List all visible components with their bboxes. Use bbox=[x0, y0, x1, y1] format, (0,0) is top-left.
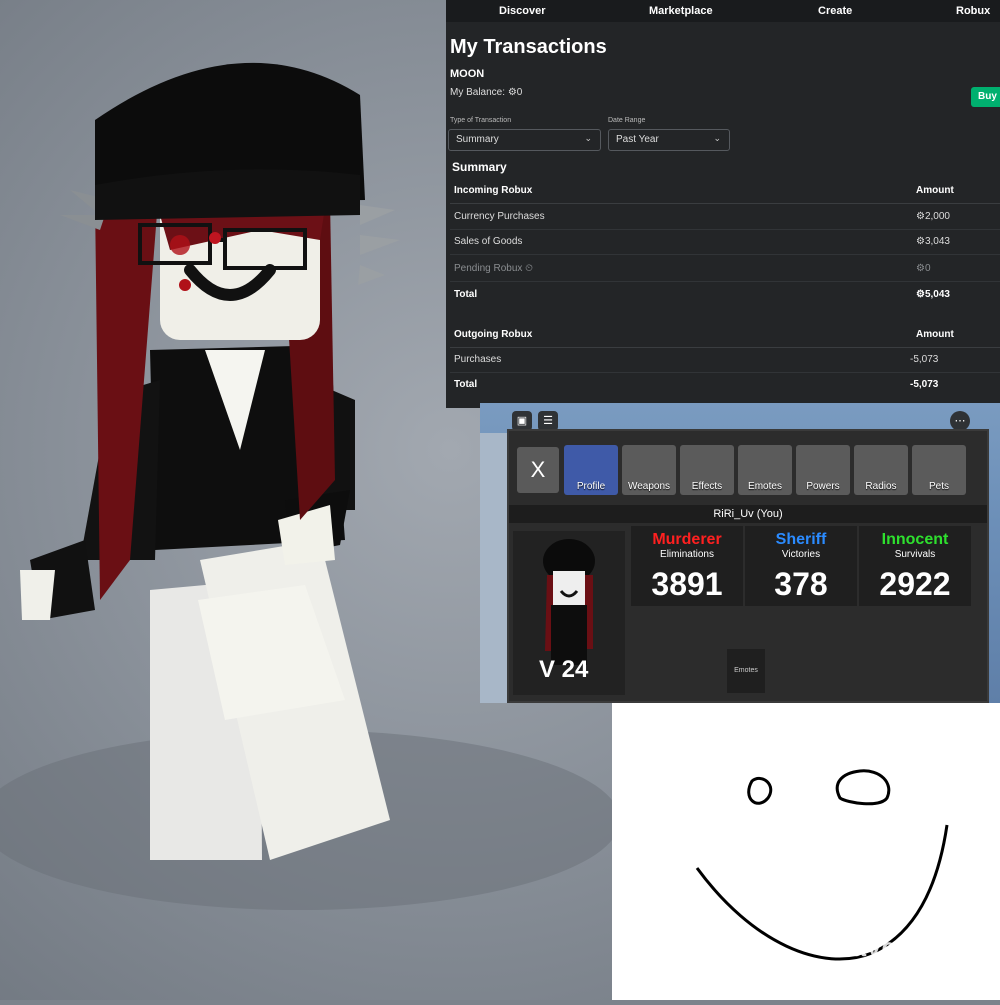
level-badge: V 24 bbox=[539, 656, 589, 683]
nav-marketplace[interactable]: Marketplace bbox=[649, 5, 713, 17]
stat-title: Sheriff bbox=[775, 531, 827, 548]
stat-sheriff: Sheriff Victories 378 bbox=[745, 526, 857, 606]
table-row: Purchases -5,073 bbox=[450, 347, 1000, 373]
row-amount: ⚙0 bbox=[916, 263, 931, 274]
range-value: Past Year bbox=[616, 134, 659, 145]
table-row: Currency Purchases ⚙2,000 bbox=[450, 204, 1000, 230]
transactions-panel: Discover Marketplace Create Robux My Tra… bbox=[446, 0, 1000, 408]
row-label: Sales of Goods bbox=[454, 236, 523, 247]
stat-subtitle: Victories bbox=[781, 549, 821, 560]
amount-header: Amount bbox=[916, 329, 954, 340]
row-amount: ⚙2,000 bbox=[916, 211, 950, 222]
outgoing-header: Outgoing Robux Amount bbox=[450, 322, 1000, 348]
total-label: Total bbox=[454, 379, 478, 390]
row-amount: ⚙3,043 bbox=[916, 236, 950, 247]
watermark: Playerok bbox=[826, 932, 939, 962]
amount-header: Amount bbox=[916, 185, 954, 196]
nav-robux[interactable]: Robux bbox=[956, 5, 990, 17]
stat-subtitle: Eliminations bbox=[660, 549, 714, 560]
username: MOON bbox=[450, 68, 485, 80]
stat-innocent: Innocent Survivals 2922 bbox=[859, 526, 971, 606]
stat-murderer: Murderer Eliminations 3891 bbox=[631, 526, 743, 606]
outgoing-total-row: Total -5,073 bbox=[450, 372, 1000, 397]
total-amount: -5,073 bbox=[910, 379, 939, 390]
range-dropdown[interactable]: Past Year ⌄ bbox=[608, 129, 730, 151]
type-dropdown[interactable]: Summary ⌄ bbox=[448, 129, 601, 151]
row-label: Purchases bbox=[454, 354, 502, 365]
outgoing-heading: Outgoing Robux bbox=[454, 329, 533, 340]
tab-profile[interactable]: Profile bbox=[564, 445, 618, 495]
inventory-window: X Profile Weapons Effects Emotes Powers … bbox=[507, 429, 989, 703]
balance: My Balance: ⚙0 bbox=[450, 87, 522, 98]
incoming-heading: Incoming Robux bbox=[454, 185, 533, 196]
smiley-face-icon bbox=[695, 769, 949, 961]
tab-pets[interactable]: Pets bbox=[912, 445, 966, 495]
tab-effects[interactable]: Effects bbox=[680, 445, 734, 495]
row-label: Pending Robux ⏲ bbox=[454, 263, 533, 274]
range-label: Date Range bbox=[608, 117, 646, 124]
balance-label: My Balance: bbox=[450, 87, 506, 98]
roblox-menu-icon[interactable]: ▣ bbox=[512, 411, 532, 431]
table-row: Pending Robux ⏲ ⚙0 bbox=[450, 256, 1000, 282]
emotes-slot[interactable]: Emotes bbox=[727, 649, 765, 693]
stat-value: 378 bbox=[774, 566, 828, 602]
chat-icon[interactable]: ☰ bbox=[538, 411, 558, 431]
total-amount: ⚙5,043 bbox=[916, 289, 950, 300]
balance-value: 0 bbox=[516, 87, 523, 98]
player-name: RiRi_Uv (You) bbox=[509, 505, 987, 523]
total-label: Total bbox=[454, 289, 478, 300]
tab-powers[interactable]: Powers bbox=[796, 445, 850, 495]
tab-weapons[interactable]: Weapons bbox=[622, 445, 676, 495]
type-label: Type of Transaction bbox=[450, 117, 512, 124]
nav-create[interactable]: Create bbox=[818, 5, 852, 17]
table-row: Sales of Goods ⚙3,043 bbox=[450, 229, 1000, 255]
incoming-total-row: Total ⚙5,043 bbox=[450, 282, 1000, 307]
row-amount: -5,073 bbox=[910, 354, 939, 365]
chevron-down-icon: ⌄ bbox=[584, 133, 592, 143]
close-button[interactable]: X bbox=[517, 447, 559, 493]
stat-value: 2922 bbox=[879, 566, 951, 602]
stat-subtitle: Survivals bbox=[894, 549, 936, 560]
clock-icon: ⏲ bbox=[525, 263, 533, 274]
summary-heading: Summary bbox=[452, 160, 507, 174]
buy-button[interactable]: Buy bbox=[971, 87, 1000, 107]
stat-title: Innocent bbox=[881, 531, 949, 548]
smiley-drawing bbox=[612, 703, 1000, 1000]
more-icon[interactable]: ⋯ bbox=[950, 411, 970, 431]
stat-value: 3891 bbox=[651, 566, 723, 602]
tab-emotes[interactable]: Emotes bbox=[738, 445, 792, 495]
nav-discover[interactable]: Discover bbox=[499, 5, 545, 17]
stat-title: Murderer bbox=[652, 531, 722, 548]
game-background-wall bbox=[480, 433, 510, 703]
chevron-down-icon: ⌄ bbox=[713, 133, 721, 143]
robux-icon: ⚙ bbox=[507, 87, 517, 98]
top-nav: Discover Marketplace Create Robux bbox=[446, 0, 1000, 22]
tab-radios[interactable]: Radios bbox=[854, 445, 908, 495]
row-label: Currency Purchases bbox=[454, 211, 545, 222]
incoming-header: Incoming Robux Amount bbox=[450, 178, 1000, 204]
page-title: My Transactions bbox=[450, 36, 607, 58]
game-inventory-screenshot: ▣ ☰ ⋯ X Profile Weapons Effects Emotes P… bbox=[480, 403, 1000, 703]
type-value: Summary bbox=[456, 134, 499, 145]
